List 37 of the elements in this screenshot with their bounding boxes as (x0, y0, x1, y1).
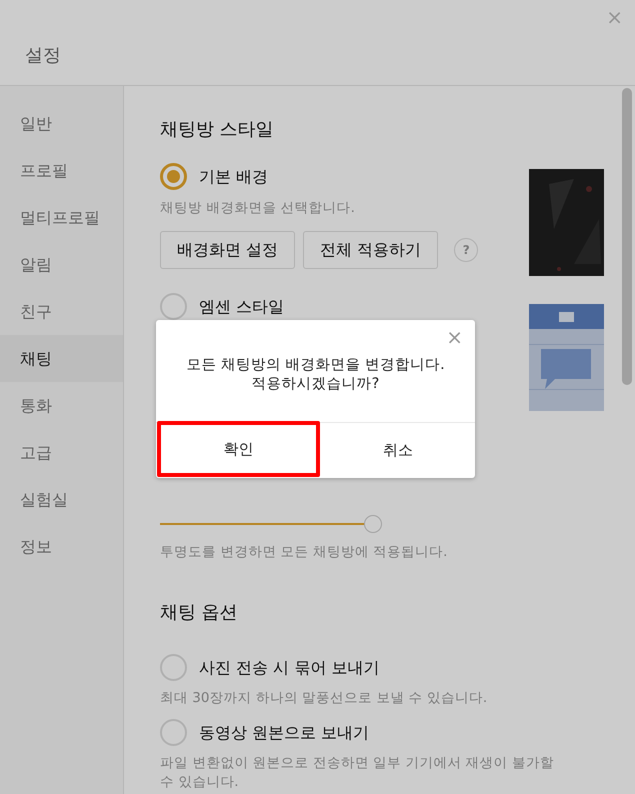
option-label: 엠센 스타일 (199, 296, 284, 318)
sidebar-item[interactable]: 실험실 (0, 476, 123, 523)
radio-button[interactable] (160, 719, 187, 746)
dialog-button[interactable]: 취소 (320, 423, 475, 478)
radio-button[interactable] (160, 654, 187, 681)
option-description: 파일 변환없이 원본으로 전송하면 일부 기기에서 재생이 불가할 수 있습니다. (160, 754, 556, 792)
option-label: 기본 배경 (199, 166, 268, 188)
sidebar-item[interactable]: 고급 (0, 429, 123, 476)
radio-button[interactable] (160, 163, 187, 190)
close-button[interactable]: × (602, 2, 627, 32)
slider[interactable] (160, 515, 382, 533)
sidebar-item[interactable]: 멀티프로필 (0, 194, 123, 241)
sidebar-item[interactable]: 통화 (0, 382, 123, 429)
help-icon[interactable]: ? (454, 238, 478, 262)
sidebar-item[interactable]: 친구 (0, 288, 123, 335)
dialog-message: 모든 채팅방의 배경화면을 변경합니다. (186, 356, 445, 375)
radio-button[interactable] (160, 293, 187, 320)
scrollbar-thumb[interactable] (622, 88, 632, 385)
section-heading: 채팅 옵션 (160, 601, 238, 625)
option-description: 최대 30장까지 하나의 말풍선으로 보낼 수 있습니다. (160, 689, 488, 708)
dialog-message: 적용하시겠습니까? (252, 375, 380, 394)
section-heading: 채팅방 스타일 (160, 118, 274, 142)
sidebar-item[interactable]: 알림 (0, 241, 123, 288)
setting-button[interactable]: 배경화면 설정 (160, 231, 296, 269)
sidebar-item[interactable]: 채팅 (0, 335, 123, 382)
option-description: 채팅방 배경화면을 선택합니다. (160, 199, 355, 218)
window-title: 설정 (25, 44, 61, 68)
setting-button[interactable]: 전체 적용하기 (303, 231, 438, 269)
slider-description: 투명도를 변경하면 모든 채팅방에 적용됩니다. (160, 543, 448, 562)
sidebar-item[interactable]: 프로필 (0, 147, 123, 194)
option-label: 동영상 원본으로 보내기 (199, 722, 370, 744)
dialog-button[interactable]: 확인 (157, 421, 320, 477)
slider-thumb[interactable] (364, 515, 382, 533)
close-button[interactable]: × (442, 322, 467, 352)
sidebar-item[interactable]: 정보 (0, 523, 123, 570)
option-label: 사진 전송 시 묶어 보내기 (199, 656, 380, 678)
sidebar-item[interactable]: 일반 (0, 100, 123, 147)
